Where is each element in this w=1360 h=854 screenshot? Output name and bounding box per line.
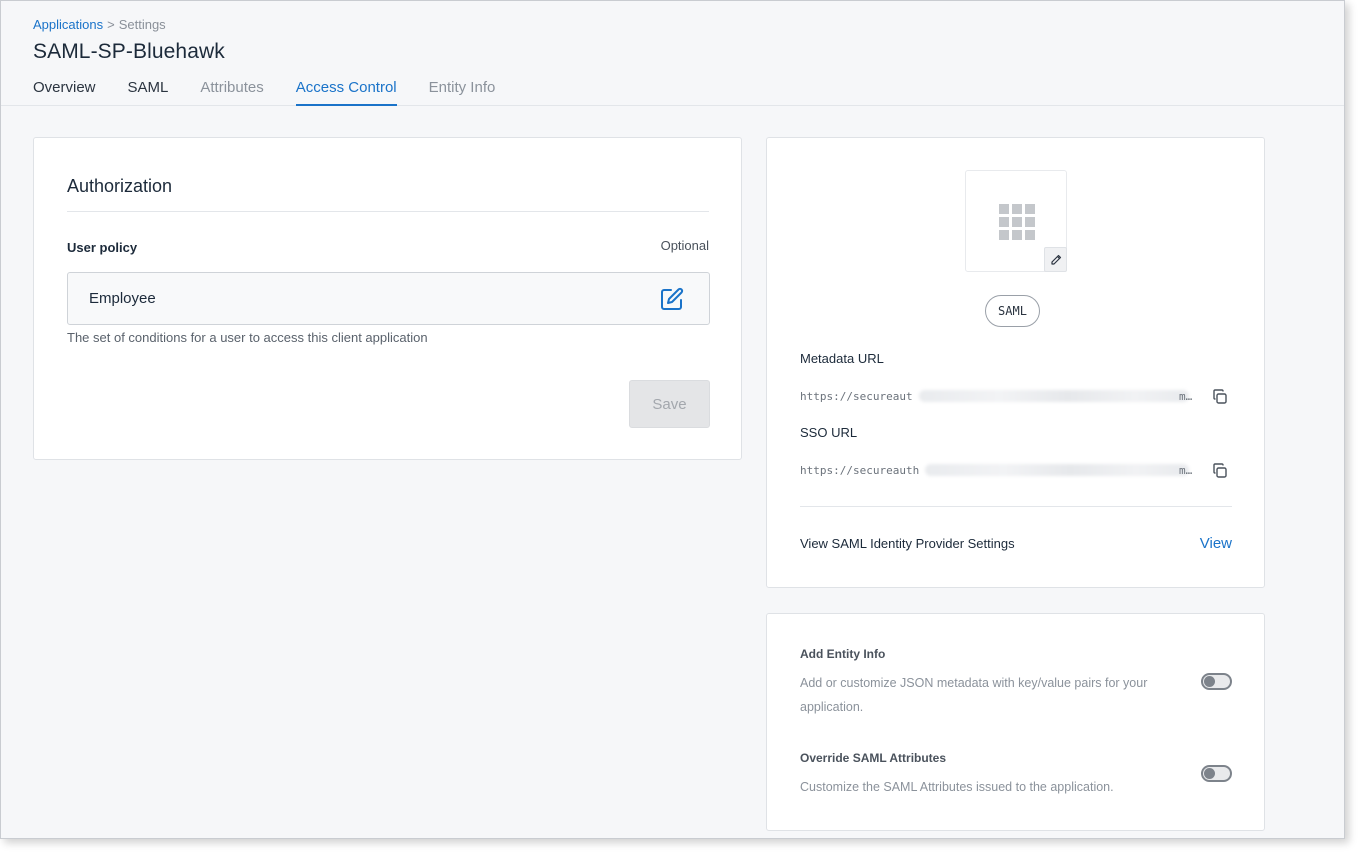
entity-settings-card: Add Entity Info Add or customize JSON me… [766, 613, 1265, 831]
override-saml-attributes-title: Override SAML Attributes [800, 751, 947, 765]
page-title: SAML-SP-Bluehawk [33, 40, 225, 63]
metadata-url-value: https://secureaut [800, 390, 913, 403]
breadcrumb: Applications > Settings [33, 17, 166, 32]
user-policy-help-text: The set of conditions for a user to acce… [67, 330, 428, 345]
saml-divider [800, 506, 1232, 507]
view-idp-settings-label: View SAML Identity Provider Settings [800, 536, 1015, 551]
breadcrumb-separator: > [107, 17, 115, 32]
user-policy-label: User policy [67, 240, 138, 255]
view-idp-settings-link[interactable]: View [1200, 535, 1232, 552]
copy-metadata-url-icon[interactable] [1211, 388, 1229, 406]
sso-url-value: https://secureauth [800, 464, 920, 477]
override-saml-attributes-toggle[interactable] [1201, 765, 1232, 782]
authorization-card: Authorization User policy Optional Emplo… [33, 137, 742, 460]
authorization-title: Authorization [67, 176, 173, 196]
metadata-url-redacted [919, 390, 1189, 402]
edit-square-icon[interactable] [660, 287, 684, 311]
tab-attributes[interactable]: Attributes [200, 79, 263, 106]
toggle-knob [1204, 768, 1215, 779]
authorization-divider [67, 211, 709, 212]
saml-badge: SAML [985, 295, 1040, 327]
breadcrumb-applications-link[interactable]: Applications [33, 17, 103, 32]
save-button[interactable]: Save [629, 380, 710, 428]
breadcrumb-current: Settings [118, 17, 166, 32]
optional-label: Optional [660, 238, 709, 253]
sso-url-redacted [925, 464, 1189, 476]
user-policy-field[interactable]: Employee [67, 272, 710, 325]
pencil-icon[interactable] [1044, 247, 1067, 272]
toggle-knob [1204, 676, 1215, 687]
page-header: Applications > Settings SAML-SP-Bluehawk O… [1, 1, 1344, 106]
override-saml-attributes-description: Customize the SAML Attributes issued to … [800, 780, 1114, 794]
user-policy-value: Employee [89, 290, 156, 307]
tab-access-control[interactable]: Access Control [295, 79, 397, 106]
tab-entity-info[interactable]: Entity Info [429, 79, 496, 106]
tab-saml[interactable]: SAML [128, 79, 169, 106]
add-entity-info-description: Add or customize JSON metadata with key/… [800, 676, 1148, 714]
tab-overview[interactable]: Overview [33, 79, 96, 106]
app-logo [965, 170, 1067, 272]
saml-info-card: SAML Metadata URL https://secureaut m… S… [766, 137, 1265, 588]
tab-bar: Overview SAML Attributes Access Control … [33, 79, 527, 106]
app-window: Applications > Settings SAML-SP-Bluehawk O… [0, 0, 1345, 839]
copy-sso-url-icon[interactable] [1211, 462, 1229, 480]
add-entity-info-title: Add Entity Info [800, 647, 886, 661]
metadata-url-label: Metadata URL [800, 351, 884, 366]
metadata-url-ellipsis: m… [1179, 390, 1193, 403]
sso-url-ellipsis: m… [1179, 464, 1193, 477]
sso-url-label: SSO URL [800, 425, 858, 440]
grid-icon [999, 204, 1035, 240]
add-entity-info-toggle[interactable] [1201, 673, 1232, 690]
